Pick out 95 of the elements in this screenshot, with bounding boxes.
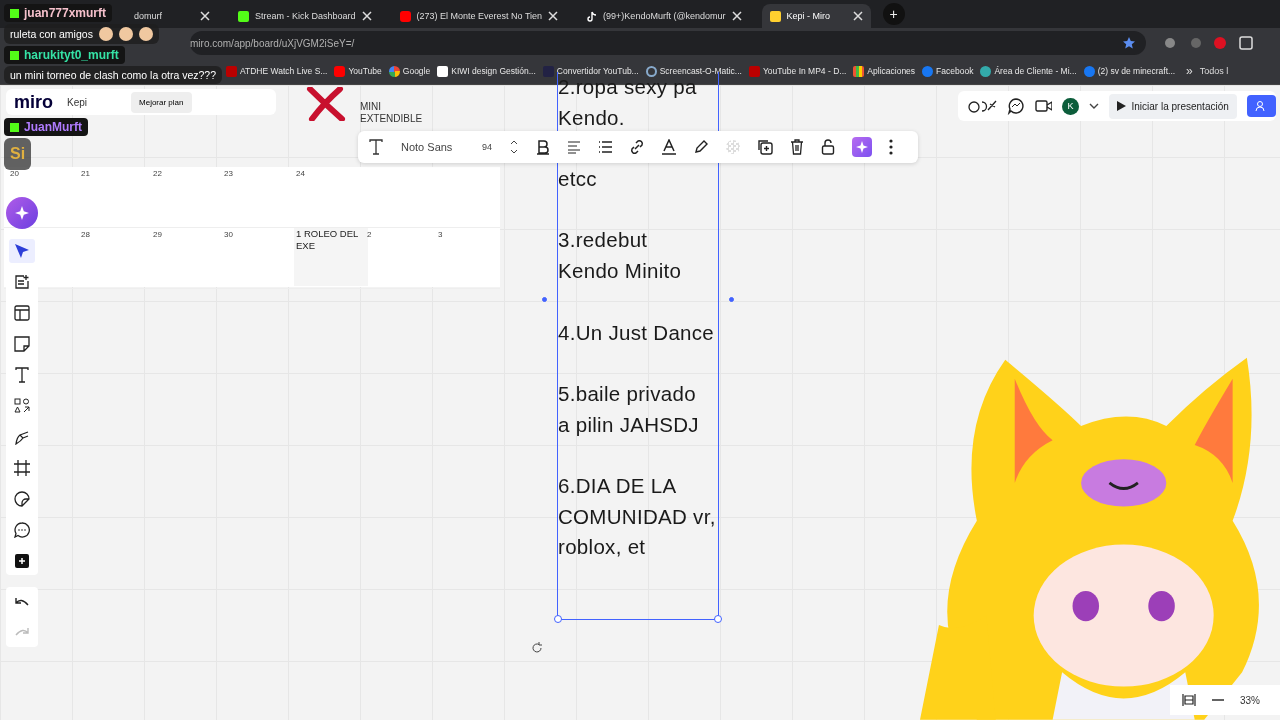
unlock-icon[interactable] xyxy=(821,139,835,155)
new-tab-button[interactable]: + xyxy=(882,3,905,25)
text-paragraph: 3.redebut Kendo Minito xyxy=(558,227,683,285)
text-paragraph: etcc xyxy=(558,166,598,193)
font-size-field[interactable]: 94 xyxy=(482,142,492,152)
close-icon[interactable] xyxy=(361,11,372,21)
font-dropdown[interactable]: Noto Sans xyxy=(401,141,457,153)
share-button[interactable] xyxy=(1246,95,1276,117)
chat-bubble-icon[interactable] xyxy=(1007,97,1025,115)
zoom-out-icon[interactable] xyxy=(1212,698,1224,702)
tab-title: (273) El Monte Everest No Tien xyxy=(416,11,543,21)
align-icon[interactable] xyxy=(567,140,581,154)
close-icon[interactable] xyxy=(852,11,863,21)
bookmark-link[interactable]: Área de Cliente - Mi... xyxy=(980,65,1077,77)
calendar-cell-text: 21 xyxy=(80,169,90,178)
cross-mark-icon xyxy=(306,87,346,121)
user-icon xyxy=(1255,100,1268,112)
rotate-icon[interactable] xyxy=(531,642,543,654)
logo-text: miro xyxy=(14,91,53,113)
calendar-cell-text: 29 xyxy=(152,230,162,239)
resize-handle[interactable] xyxy=(542,297,547,302)
sparkle-button[interactable] xyxy=(852,137,872,157)
calendar-cell-text: 30 xyxy=(223,230,233,239)
chat-text: ruleta con amigos xyxy=(10,28,93,40)
calendar-cell-text: 20 xyxy=(9,169,19,178)
resize-handle[interactable] xyxy=(714,615,722,623)
trash-icon[interactable] xyxy=(790,139,804,155)
calendar-cell: 1 ROLEO DEL EXE xyxy=(294,228,368,286)
calendar-cell-text: 2 xyxy=(366,230,372,239)
zoom-level[interactable]: 33% xyxy=(1240,694,1260,706)
tab-title: (99+)KendoMurft (@kendomur xyxy=(603,11,726,21)
calendar-cell-text: 3 xyxy=(437,230,443,239)
undo-icon[interactable] xyxy=(14,596,30,608)
sparkle-icon xyxy=(14,205,30,221)
more-bookmarks-button[interactable]: » xyxy=(1186,64,1193,78)
address-bar[interactable]: miro.com/app/board/uXjVGM2iSeY=/ xyxy=(190,31,1146,55)
bookmark-link[interactable]: YouTube xyxy=(334,65,382,77)
tab-title: domurf xyxy=(134,11,163,21)
browser-tab[interactable]: domurf xyxy=(134,4,218,28)
browser-tab[interactable]: Kepi - Miro xyxy=(761,4,871,28)
emote-icon xyxy=(118,27,133,41)
close-icon[interactable] xyxy=(731,11,742,21)
link-icon[interactable] xyxy=(629,139,645,155)
calendar-cell-text: 22 xyxy=(152,169,162,178)
duplicate-icon[interactable] xyxy=(757,139,773,155)
bold-icon[interactable] xyxy=(536,139,550,155)
user-avatar[interactable]: K xyxy=(1062,97,1079,115)
canvas-label: MINI EXTENDIBLE xyxy=(360,101,424,125)
chat-text: un mini torneo de clash como la otra vez??? xyxy=(10,69,217,81)
fit-screen-icon[interactable] xyxy=(1182,693,1196,707)
upgrade-button[interactable]: Mejorar plan xyxy=(131,91,192,113)
star-icon[interactable] xyxy=(1122,36,1136,50)
calendar-cell-text: 28 xyxy=(80,230,90,239)
board-name[interactable]: Kepi xyxy=(67,96,88,108)
text-paragraph: 6.DIA DE LA COMUNIDAD vr, roblox, et xyxy=(558,473,717,561)
bookmark-link[interactable]: Facebook xyxy=(922,65,974,77)
select-tool-icon[interactable] xyxy=(9,239,35,263)
all-bookmarks-link[interactable]: Todos l xyxy=(1199,66,1229,76)
chat-username: JuanMurft xyxy=(24,120,82,134)
text-icon[interactable] xyxy=(368,139,384,155)
emote-icon xyxy=(138,27,153,41)
bookmark-link[interactable]: KIWI design Gestión... xyxy=(437,65,536,77)
browser-tab[interactable]: Stream - Kick Dashboard xyxy=(230,4,380,28)
emote-icon xyxy=(98,27,113,41)
chat-text: Si xyxy=(10,145,26,163)
music-note-icon xyxy=(586,10,598,22)
caret-icon[interactable] xyxy=(1088,102,1099,110)
stepper-icon[interactable] xyxy=(509,138,519,156)
calendar-cell-text: 23 xyxy=(223,169,233,178)
resize-handle[interactable] xyxy=(554,615,562,623)
close-icon[interactable] xyxy=(548,11,559,21)
bookmark-link[interactable]: Aplicaciones xyxy=(853,65,916,77)
highlighter-icon[interactable] xyxy=(693,139,709,155)
sparkle-icon xyxy=(856,141,868,153)
text-paragraph: 5.baile privado a pilin JAHSDJ xyxy=(558,380,700,438)
bookmark-link[interactable]: YouTube In MP4 - D... xyxy=(748,65,847,77)
present-button[interactable]: Iniciar la presentación xyxy=(1108,93,1237,119)
bookmark-link[interactable]: (2) sv de minecraft... xyxy=(1083,65,1176,77)
resize-handle[interactable] xyxy=(729,297,734,302)
calendar-cell-text: 24 xyxy=(295,169,305,178)
more-options-icon[interactable] xyxy=(889,139,893,155)
chat-username: harukityt0_murft xyxy=(24,48,119,62)
text-paragraph: 4.Un Just Dance xyxy=(558,319,716,346)
fill-swatch-icon[interactable] xyxy=(726,140,740,154)
close-icon[interactable] xyxy=(200,11,210,21)
chat-username: juan777xmurft xyxy=(24,6,107,20)
list-icon[interactable] xyxy=(598,140,612,154)
tab-title: Kepi - Miro xyxy=(786,11,832,21)
text-color-icon[interactable] xyxy=(662,139,676,155)
bookmark-link[interactable]: ATDHE Watch Live S... xyxy=(226,65,328,77)
bookmark-link[interactable]: Google xyxy=(388,65,431,77)
video-camera-icon[interactable] xyxy=(1034,99,1053,113)
tab-title: Stream - Kick Dashboard xyxy=(255,11,356,21)
browser-tab[interactable]: (273) El Monte Everest No Tien xyxy=(391,4,567,28)
browser-tab[interactable]: (99+)KendoMurft (@kendomur xyxy=(578,4,750,28)
